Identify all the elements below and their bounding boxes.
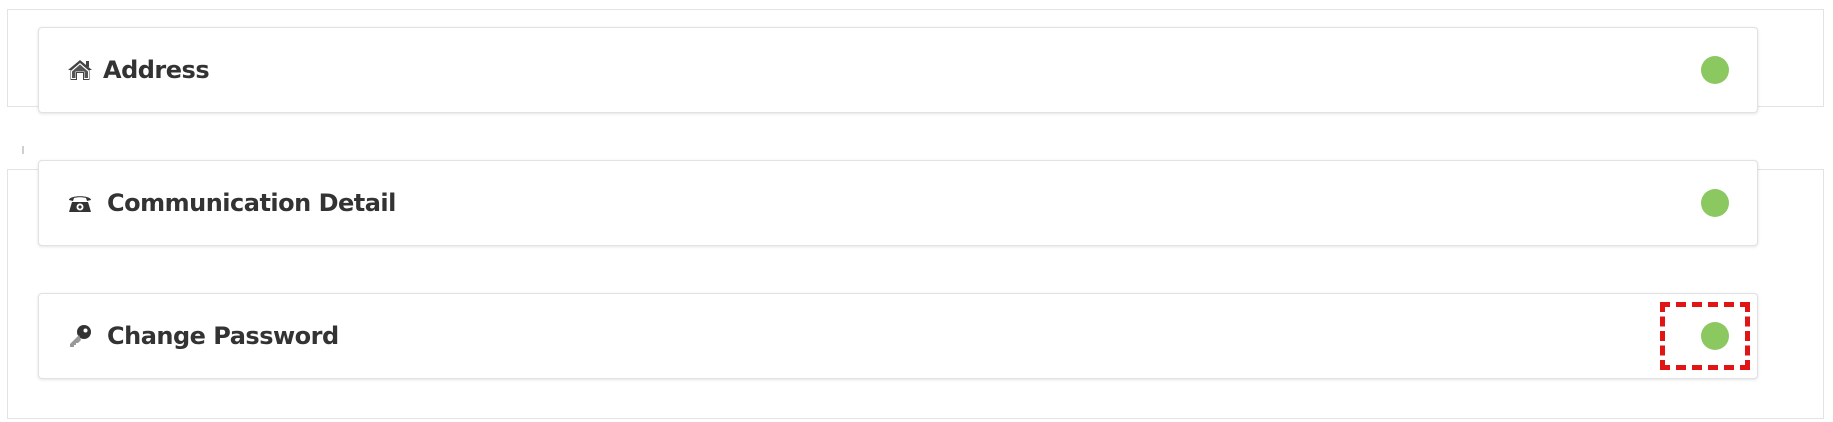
page: Address Communication Detail Change Pass… bbox=[0, 0, 1833, 422]
highlight-box bbox=[1660, 302, 1750, 370]
card-communication-detail[interactable]: Communication Detail bbox=[38, 160, 1758, 246]
home-icon bbox=[67, 57, 93, 83]
card-change-password[interactable]: Change Password bbox=[38, 293, 1758, 379]
telephone-icon bbox=[67, 190, 93, 216]
card-title: Change Password bbox=[107, 322, 339, 350]
card-title: Communication Detail bbox=[107, 189, 396, 217]
key-icon bbox=[67, 323, 93, 349]
status-indicator[interactable] bbox=[1701, 189, 1729, 217]
card-address[interactable]: Address bbox=[38, 27, 1758, 113]
status-indicator[interactable] bbox=[1701, 56, 1729, 84]
card-title: Address bbox=[103, 56, 210, 84]
divider bbox=[22, 146, 24, 154]
